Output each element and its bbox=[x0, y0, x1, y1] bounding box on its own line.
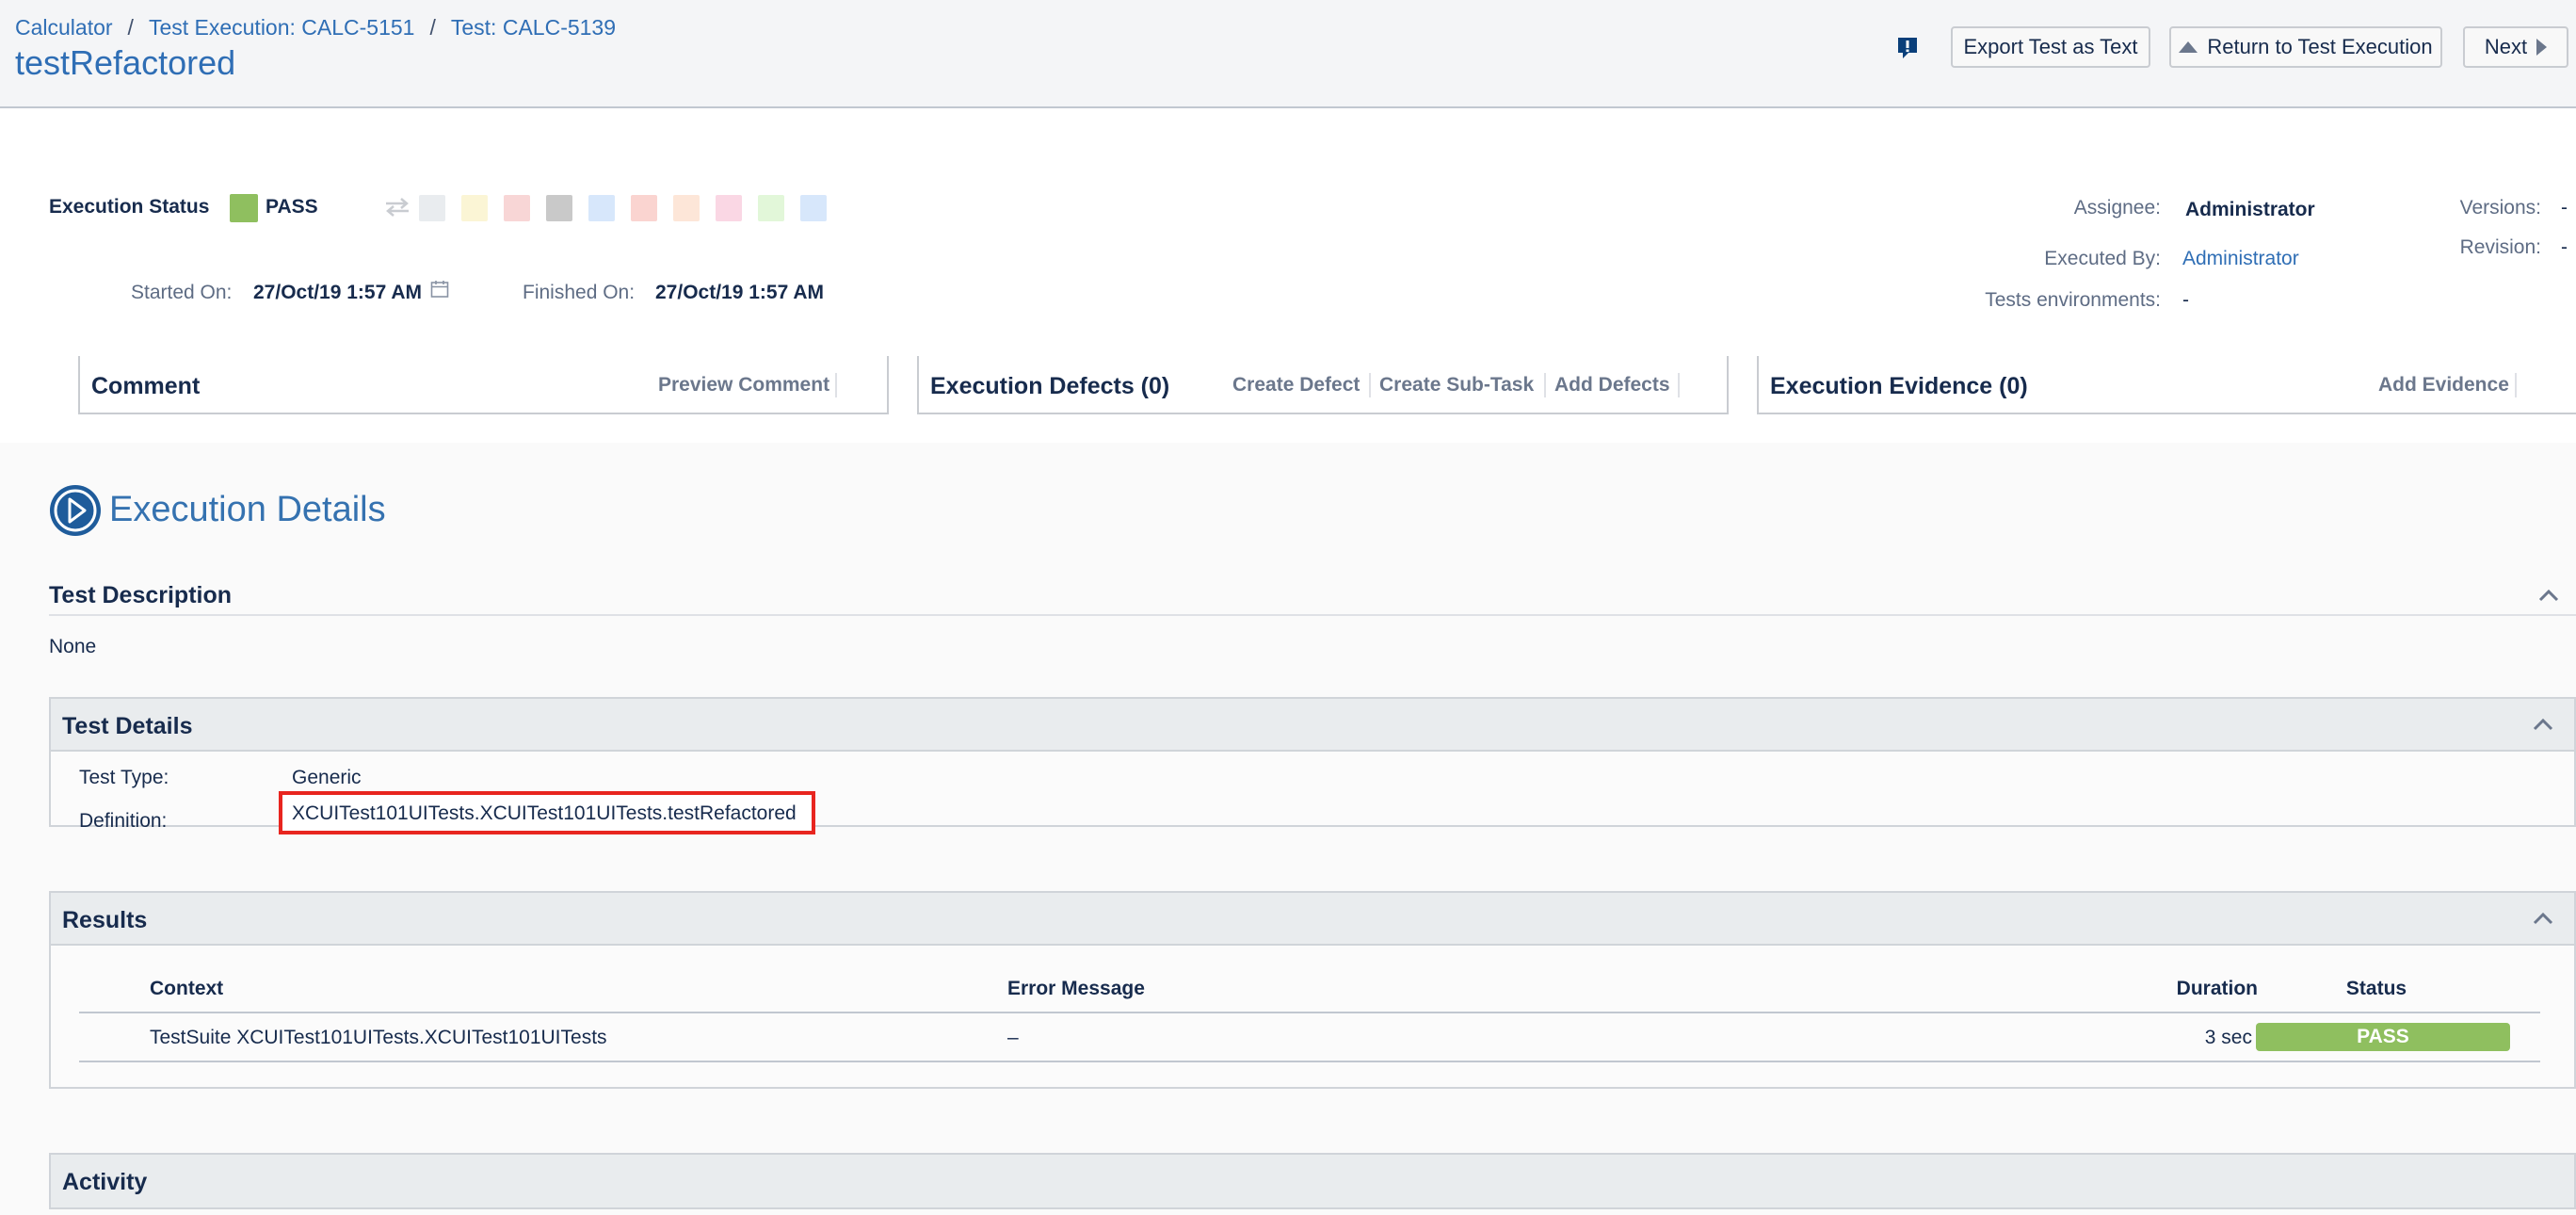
execution-status-color bbox=[230, 194, 258, 222]
assignee-value: Administrator bbox=[2185, 199, 2315, 220]
status-swatch[interactable] bbox=[546, 195, 572, 221]
return-to-test-execution-button[interactable]: Return to Test Execution bbox=[2169, 26, 2442, 68]
status-swatch[interactable] bbox=[419, 195, 445, 221]
breadcrumb-item-test[interactable]: Test: CALC-5139 bbox=[451, 15, 616, 40]
divider bbox=[835, 373, 837, 397]
swap-arrows-icon[interactable] bbox=[384, 196, 411, 219]
add-evidence-button[interactable]: Add Evidence bbox=[2378, 374, 2509, 397]
test-description-title: Test Description bbox=[49, 582, 233, 608]
executed-by-label: Executed By: bbox=[2044, 248, 2161, 269]
status-swatch[interactable] bbox=[461, 195, 488, 221]
revision-value: - bbox=[2561, 236, 2568, 258]
breadcrumb-separator: / bbox=[127, 15, 134, 40]
breadcrumb-separator: / bbox=[429, 15, 436, 40]
test-description-value: None bbox=[49, 636, 97, 657]
finished-on-label: Finished On: bbox=[523, 282, 636, 303]
tests-environments-value: - bbox=[2182, 289, 2189, 311]
execution-details-area: Execution Details Test Description None … bbox=[0, 443, 2576, 1215]
test-description-collapse-icon[interactable] bbox=[2536, 586, 2561, 607]
calendar-icon[interactable] bbox=[430, 280, 449, 299]
next-label: Next bbox=[2484, 35, 2528, 58]
row-duration: 3 sec bbox=[2204, 1027, 2252, 1048]
column-header-status: Status bbox=[2345, 978, 2407, 999]
add-defects-button[interactable]: Add Defects bbox=[1554, 374, 1670, 397]
test-details-title: Test Details bbox=[62, 713, 193, 739]
column-header-duration: Duration bbox=[2176, 978, 2258, 999]
divider bbox=[1544, 373, 1546, 397]
execution-status-label: Execution Status bbox=[49, 196, 210, 218]
activity-header[interactable]: Activity bbox=[49, 1153, 2576, 1209]
results-header[interactable]: Results bbox=[49, 891, 2576, 946]
feedback-exclamation-icon[interactable] bbox=[1896, 36, 1919, 60]
test-details-collapse-icon[interactable] bbox=[2531, 715, 2555, 736]
tests-environments-label: Tests environments: bbox=[1985, 289, 2161, 311]
status-swatch[interactable] bbox=[504, 195, 530, 221]
status-badge-label: PASS bbox=[2357, 1026, 2409, 1047]
activity-title: Activity bbox=[62, 1169, 148, 1195]
finished-on-value: 27/Oct/19 1:57 AM bbox=[655, 282, 824, 303]
started-on-label: Started On: bbox=[131, 282, 233, 303]
revision-label: Revision: bbox=[2459, 236, 2541, 258]
divider bbox=[1678, 373, 1680, 397]
divider bbox=[1369, 373, 1371, 397]
definition-label: Definition: bbox=[79, 810, 168, 832]
status-swatch[interactable] bbox=[673, 195, 700, 221]
test-description-underline bbox=[49, 614, 2576, 616]
column-header-context: Context bbox=[150, 978, 224, 999]
results-body: Context Error Message Duration Status Te… bbox=[49, 946, 2576, 1089]
row-context: TestSuite XCUITest101UITests.XCUITest101… bbox=[150, 1027, 607, 1048]
return-label: Return to Test Execution bbox=[2207, 35, 2433, 58]
execution-defects-panel: Execution Defects (0) Create Defect Crea… bbox=[917, 356, 1729, 414]
started-on-value: 27/Oct/19 1:57 AM bbox=[253, 282, 422, 303]
status-swatch[interactable] bbox=[758, 195, 784, 221]
divider bbox=[2515, 373, 2517, 397]
breadcrumb: Calculator / Test Execution: CALC-5151 /… bbox=[15, 15, 616, 40]
column-header-error-message: Error Message bbox=[1007, 978, 1145, 999]
next-button[interactable]: Next bbox=[2463, 26, 2568, 68]
execution-details-heading: Execution Details bbox=[109, 490, 386, 529]
execution-defects-title: Execution Defects (0) bbox=[930, 373, 1170, 399]
execution-status-value[interactable]: PASS bbox=[266, 196, 318, 219]
definition-value: XCUITest101UITests.XCUITest101UITests.te… bbox=[292, 802, 797, 824]
page-title: testRefactored bbox=[15, 43, 236, 82]
test-details-body: Test Type: Generic Definition: XCUITest1… bbox=[49, 752, 2576, 834]
status-swatch[interactable] bbox=[631, 195, 657, 221]
status-swatch[interactable] bbox=[716, 195, 742, 221]
create-sub-task-button[interactable]: Create Sub-Task bbox=[1379, 374, 1534, 397]
execution-evidence-panel: Execution Evidence (0) Add Evidence bbox=[1757, 356, 2576, 414]
comment-title: Comment bbox=[91, 373, 201, 399]
status-swatch[interactable] bbox=[800, 195, 827, 221]
status-badge[interactable]: PASS bbox=[2256, 1023, 2510, 1051]
comment-panel: Comment Preview Comment bbox=[78, 356, 889, 414]
export-test-button[interactable]: Export Test as Text bbox=[1951, 26, 2150, 68]
execution-evidence-title: Execution Evidence (0) bbox=[1770, 373, 2028, 399]
test-details-header[interactable]: Test Details bbox=[49, 697, 2576, 752]
triangle-up-icon bbox=[2179, 41, 2198, 53]
breadcrumb-item-calculator[interactable]: Calculator bbox=[15, 15, 113, 40]
results-title: Results bbox=[62, 907, 148, 933]
page-header: Calculator / Test Execution: CALC-5151 /… bbox=[0, 0, 2576, 108]
row-error-message: – bbox=[1007, 1027, 1019, 1048]
versions-label: Versions: bbox=[2459, 197, 2541, 219]
results-collapse-icon[interactable] bbox=[2531, 909, 2555, 930]
test-type-label: Test Type: bbox=[79, 767, 169, 788]
test-type-value: Generic bbox=[292, 767, 362, 788]
status-swatch[interactable] bbox=[588, 195, 615, 221]
breadcrumb-item-test-execution[interactable]: Test Execution: CALC-5151 bbox=[149, 15, 415, 40]
preview-comment-button[interactable]: Preview Comment bbox=[658, 374, 829, 397]
versions-value: - bbox=[2561, 197, 2568, 219]
assignee-label: Assignee: bbox=[2073, 197, 2161, 219]
triangle-right-icon bbox=[2536, 39, 2548, 56]
play-circle-icon bbox=[49, 484, 102, 537]
executed-by-value[interactable]: Administrator bbox=[2182, 248, 2299, 270]
table-row: TestSuite XCUITest101UITests.XCUITest101… bbox=[79, 1013, 2540, 1062]
export-test-label: Export Test as Text bbox=[1963, 35, 2138, 58]
create-defect-button[interactable]: Create Defect bbox=[1232, 374, 1360, 397]
